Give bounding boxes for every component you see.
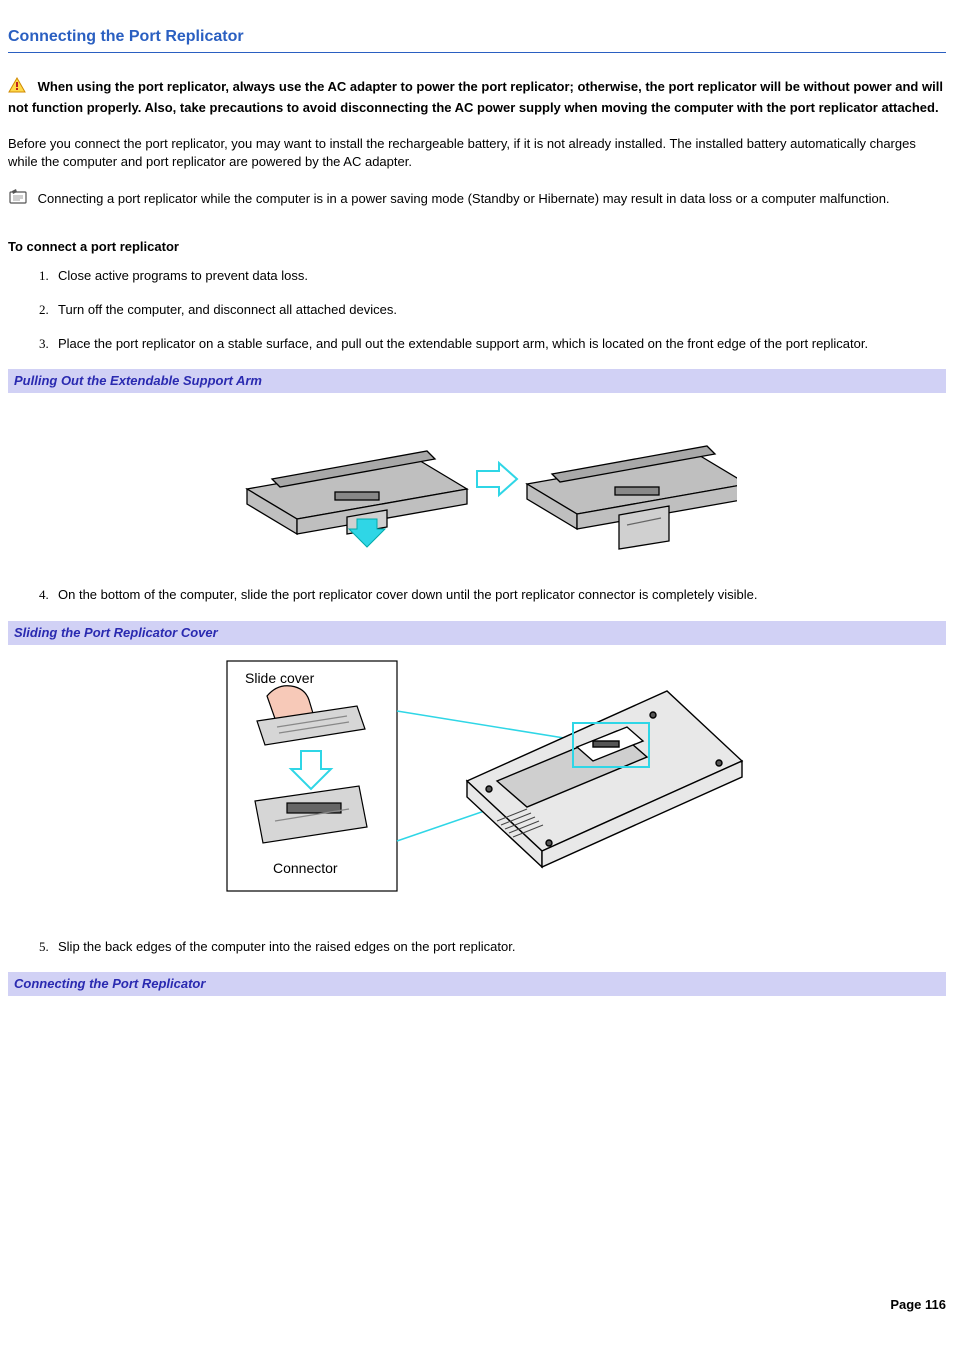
step-4: On the bottom of the computer, slide the… <box>52 586 946 604</box>
warning-paragraph: When using the port replicator, always u… <box>8 77 946 116</box>
fig2-connector-label: Connector <box>273 860 338 876</box>
steps-list-cont2: Slip the back edges of the computer into… <box>8 938 946 956</box>
title-rule <box>8 52 946 53</box>
figure1 <box>8 399 946 564</box>
figure1-caption: Pulling Out the Extendable Support Arm <box>8 369 946 393</box>
step-5-text: Slip the back edges of the computer into… <box>58 939 515 954</box>
figure3-caption: Connecting the Port Replicator <box>8 972 946 996</box>
note-icon <box>8 189 30 210</box>
step-3: Place the port replicator on a stable su… <box>52 335 946 353</box>
figure2: Slide cover Connector <box>8 651 946 916</box>
step-5: Slip the back edges of the computer into… <box>52 938 946 956</box>
fig2-slide-label: Slide cover <box>245 670 315 686</box>
procedure-heading: To connect a port replicator <box>8 238 946 256</box>
warning-icon <box>8 77 26 98</box>
warning-text: When using the port replicator, always u… <box>8 79 943 114</box>
intro-paragraph: Before you connect the port replicator, … <box>8 135 946 171</box>
step-1-text: Close active programs to prevent data lo… <box>58 268 308 283</box>
note-paragraph: Connecting a port replicator while the c… <box>8 189 946 210</box>
step-1: Close active programs to prevent data lo… <box>52 267 946 285</box>
figure2-caption: Sliding the Port Replicator Cover <box>8 621 946 645</box>
page-title: Connecting the Port Replicator <box>8 26 946 48</box>
step-4-text: On the bottom of the computer, slide the… <box>58 587 757 602</box>
steps-list-cont1: On the bottom of the computer, slide the… <box>8 586 946 604</box>
step-3-text: Place the port replicator on a stable su… <box>58 336 868 351</box>
step-2-text: Turn off the computer, and disconnect al… <box>58 302 397 317</box>
note-text: Connecting a port replicator while the c… <box>38 191 890 206</box>
page-footer: Page 116 <box>8 1296 946 1314</box>
steps-list: Close active programs to prevent data lo… <box>8 267 946 354</box>
step-2: Turn off the computer, and disconnect al… <box>52 301 946 319</box>
